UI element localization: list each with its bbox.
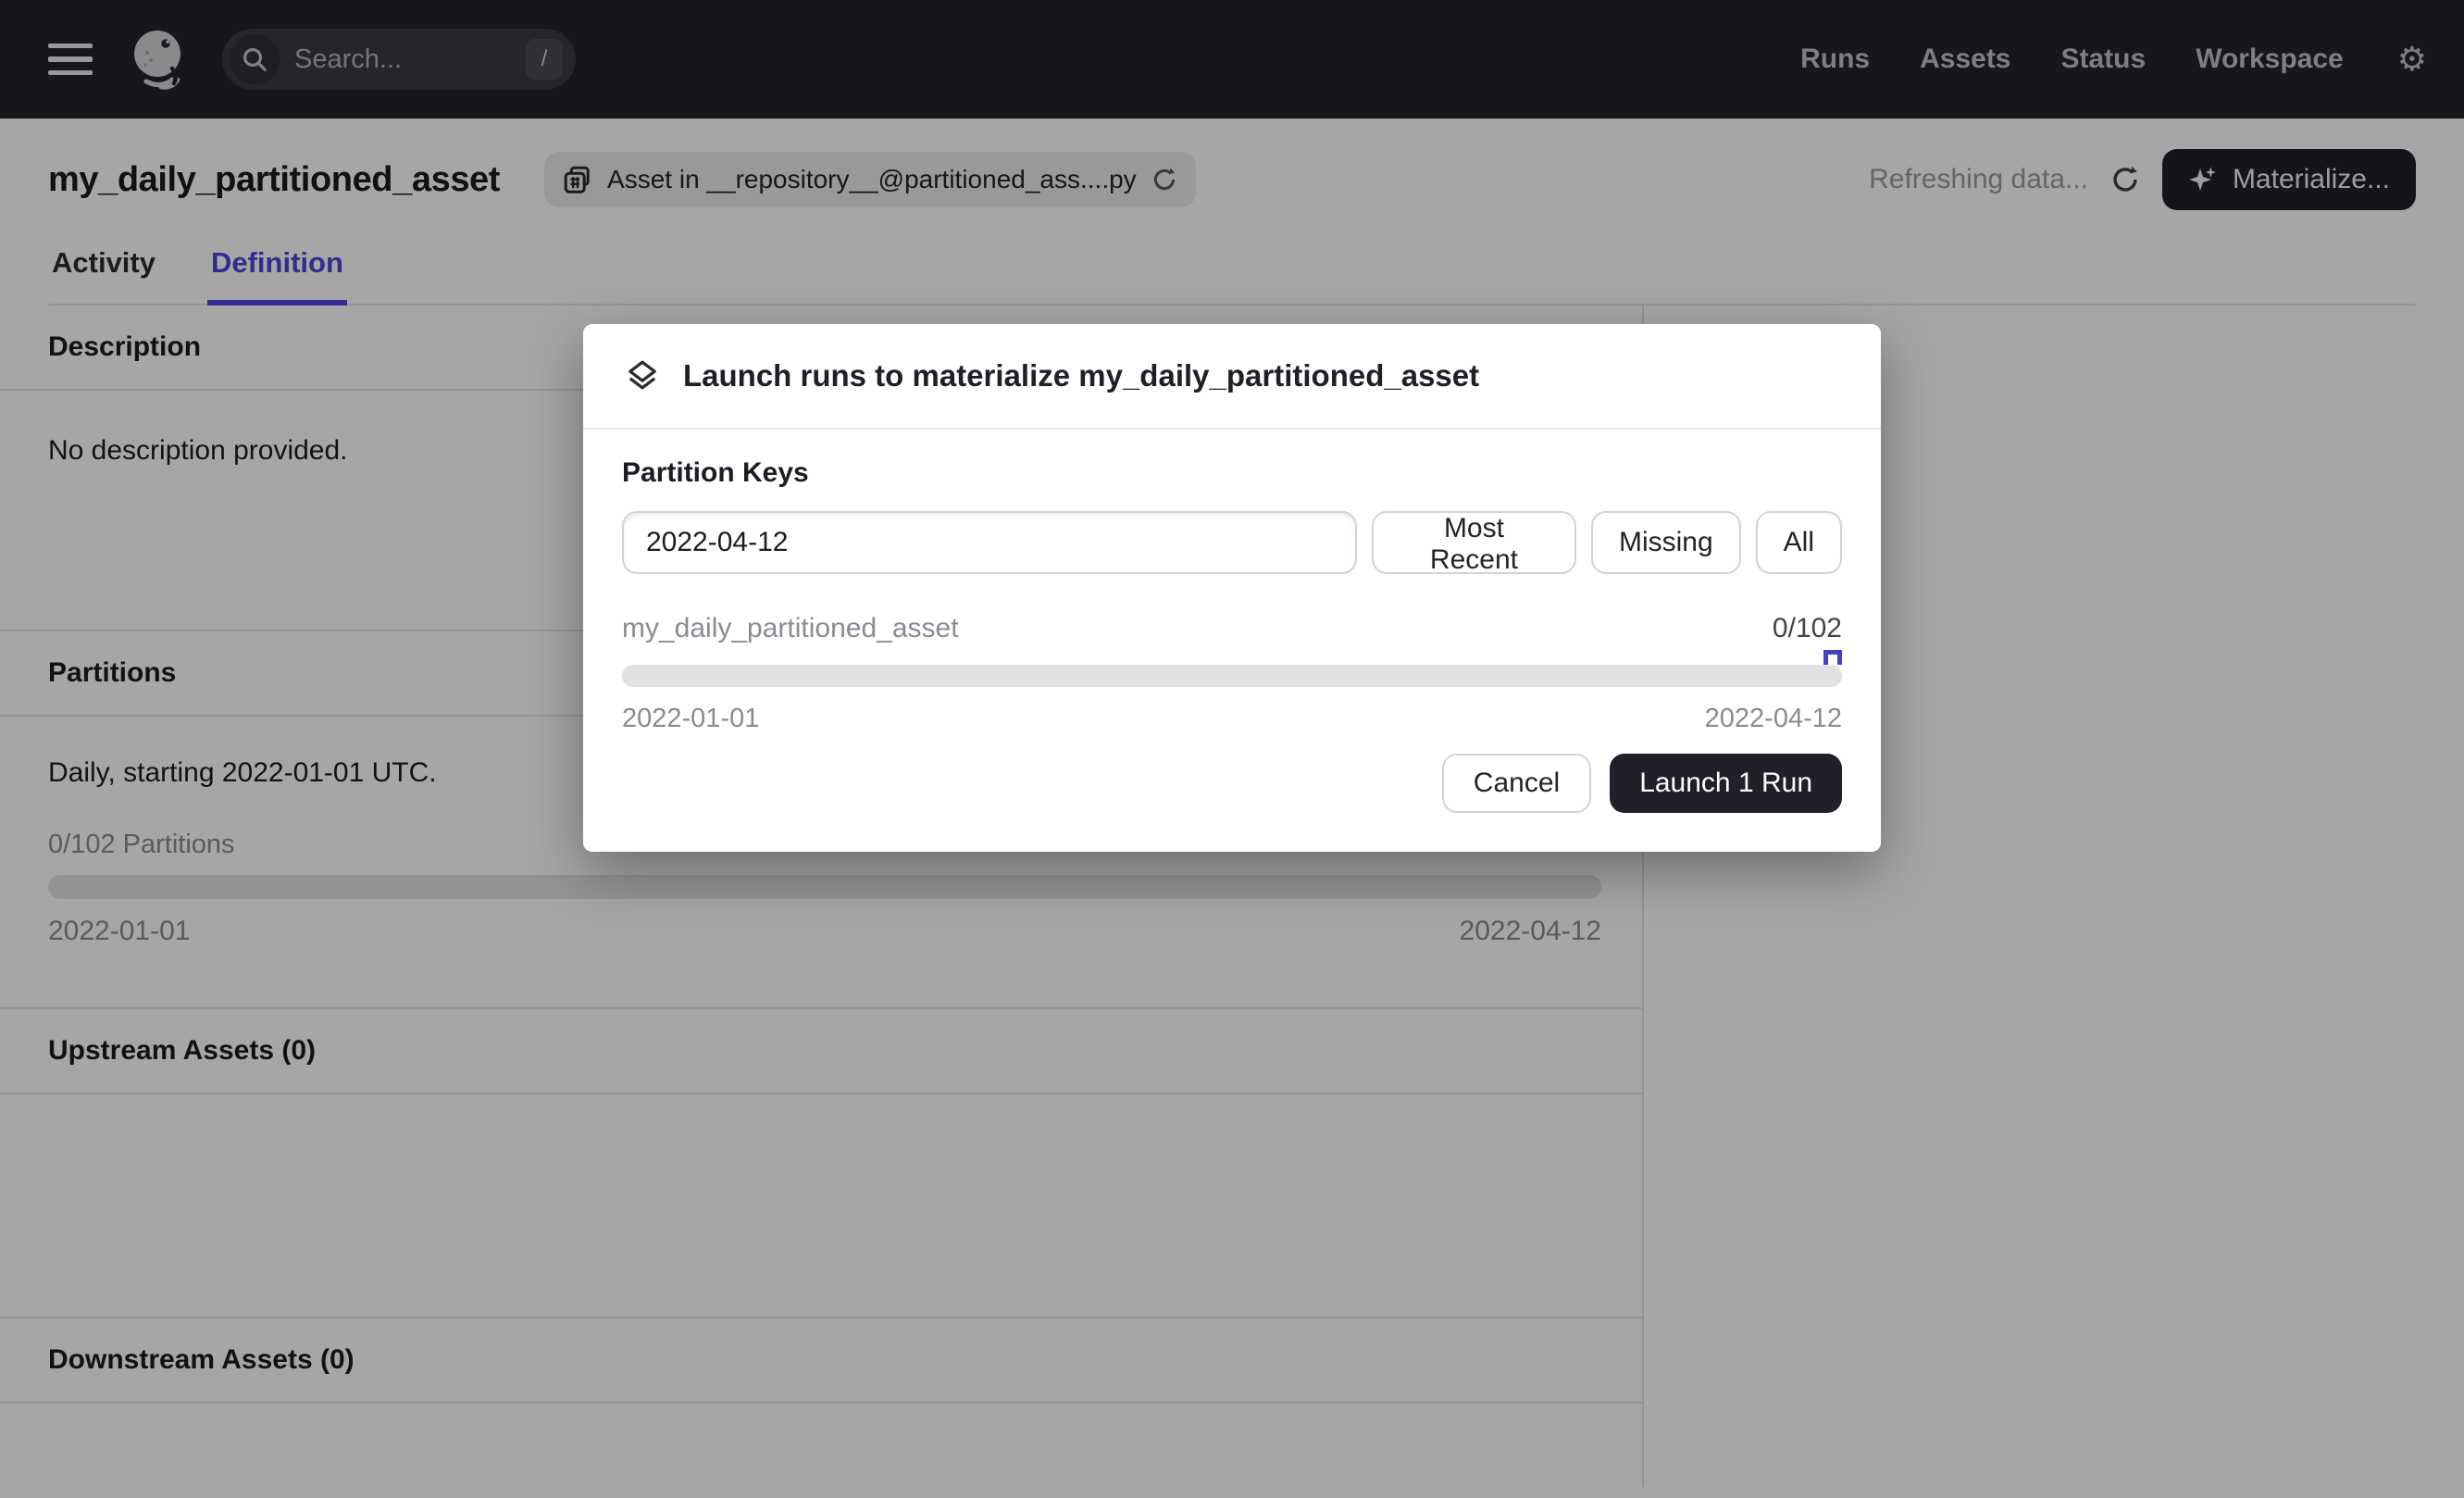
modal-range-end: 2022-04-12: [1705, 704, 1842, 734]
most-recent-button[interactable]: Most Recent: [1372, 511, 1576, 574]
selected-range-marker: [1823, 650, 1842, 665]
partition-keys-input[interactable]: [622, 511, 1357, 574]
launch-runs-modal: Launch runs to materialize my_daily_part…: [583, 324, 1881, 852]
modal-range-start: 2022-01-01: [622, 704, 759, 734]
modal-title: Launch runs to materialize my_daily_part…: [683, 358, 1479, 393]
modal-asset-name: my_daily_partitioned_asset: [622, 613, 959, 644]
asset-layers-icon: [624, 357, 661, 394]
missing-button[interactable]: Missing: [1591, 511, 1741, 574]
cancel-button[interactable]: Cancel: [1442, 754, 1591, 813]
modal-body: Partition Keys Most Recent Missing All m…: [583, 430, 1881, 754]
modal-footer: Cancel Launch 1 Run: [583, 754, 1881, 852]
launch-run-button[interactable]: Launch 1 Run: [1610, 754, 1842, 813]
all-button[interactable]: All: [1756, 511, 1842, 574]
modal-partition-bar[interactable]: [622, 665, 1842, 687]
app-root: Search... / Runs Assets Status Workspace…: [0, 0, 2464, 1498]
modal-header: Launch runs to materialize my_daily_part…: [583, 324, 1881, 430]
modal-selected-count: 0/102: [1773, 613, 1842, 644]
partition-keys-label: Partition Keys: [622, 457, 1842, 489]
